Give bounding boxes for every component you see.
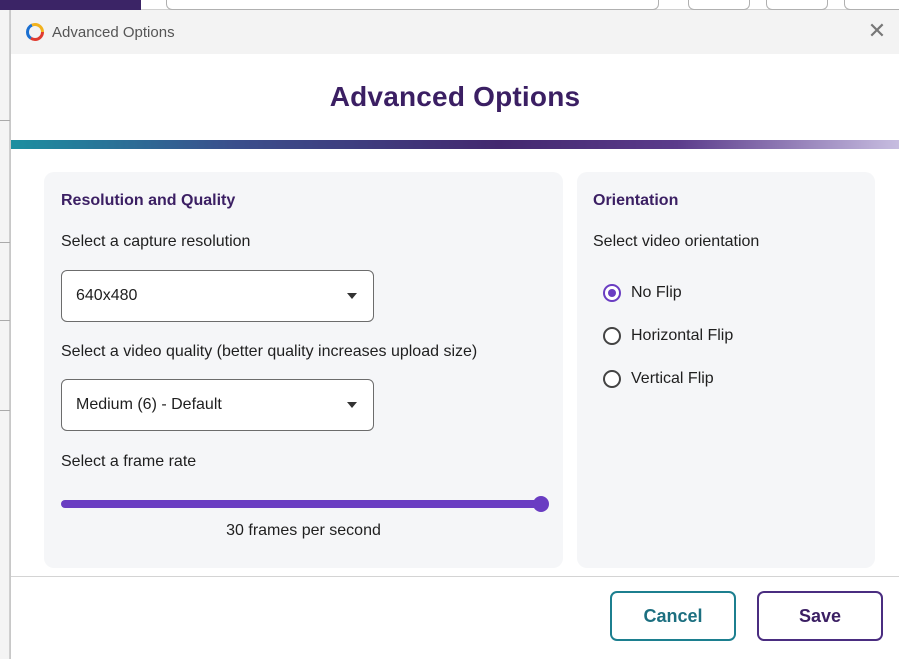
close-icon[interactable]: ✕ [865, 20, 889, 44]
quality-label: Select a video quality (better quality i… [61, 343, 478, 360]
header-gradient-divider [11, 140, 899, 149]
orientation-title: Orientation [593, 192, 679, 209]
advanced-options-dialog: Advanced Options ✕ Advanced Options Reso… [10, 10, 899, 659]
app-logo-icon [26, 23, 44, 41]
radio-button-icon[interactable] [603, 284, 621, 302]
radio-no-flip[interactable]: No Flip [603, 284, 682, 302]
orientation-panel: Orientation Select video orientation No … [577, 172, 875, 568]
cancel-button[interactable]: Cancel [610, 591, 736, 641]
radio-vertical-flip[interactable]: Vertical Flip [603, 370, 714, 388]
background-app-nav [0, 0, 141, 10]
quality-select-value: Medium (6) - Default [76, 396, 222, 413]
resolution-label: Select a capture resolution [61, 233, 251, 250]
dialog-content: Resolution and Quality Select a capture … [11, 149, 899, 576]
radio-label: No Flip [631, 284, 682, 301]
window-title: Advanced Options [52, 23, 175, 41]
orientation-label: Select video orientation [593, 233, 760, 250]
resolution-quality-panel: Resolution and Quality Select a capture … [44, 172, 563, 568]
resolution-select[interactable]: 640x480 [61, 270, 374, 322]
chevron-down-icon [347, 402, 357, 408]
resolution-quality-title: Resolution and Quality [61, 192, 236, 209]
background-app-sidebar [0, 10, 10, 659]
chevron-down-icon [347, 293, 357, 299]
radio-label: Vertical Flip [631, 370, 714, 387]
title-bar: Advanced Options ✕ [11, 10, 899, 54]
background-app-toolbar [0, 0, 899, 10]
background-button [844, 0, 899, 10]
radio-button-icon[interactable] [603, 327, 621, 345]
background-button [688, 0, 750, 10]
quality-select[interactable]: Medium (6) - Default [61, 379, 374, 431]
resolution-select-value: 640x480 [76, 287, 138, 304]
frame-rate-caption: 30 frames per second [226, 522, 381, 539]
dialog-header: Advanced Options [11, 54, 899, 140]
background-button [766, 0, 828, 10]
save-button[interactable]: Save [757, 591, 883, 641]
background-search-box [166, 0, 659, 10]
radio-horizontal-flip[interactable]: Horizontal Flip [603, 327, 733, 345]
frame-rate-slider[interactable] [61, 496, 549, 512]
dialog-footer: Cancel Save [11, 576, 899, 659]
page-title: Advanced Options [329, 81, 581, 112]
radio-button-icon[interactable] [603, 370, 621, 388]
radio-label: Horizontal Flip [631, 327, 734, 344]
frame-rate-slider-thumb[interactable] [533, 496, 549, 512]
frame-rate-label: Select a frame rate [61, 453, 197, 470]
